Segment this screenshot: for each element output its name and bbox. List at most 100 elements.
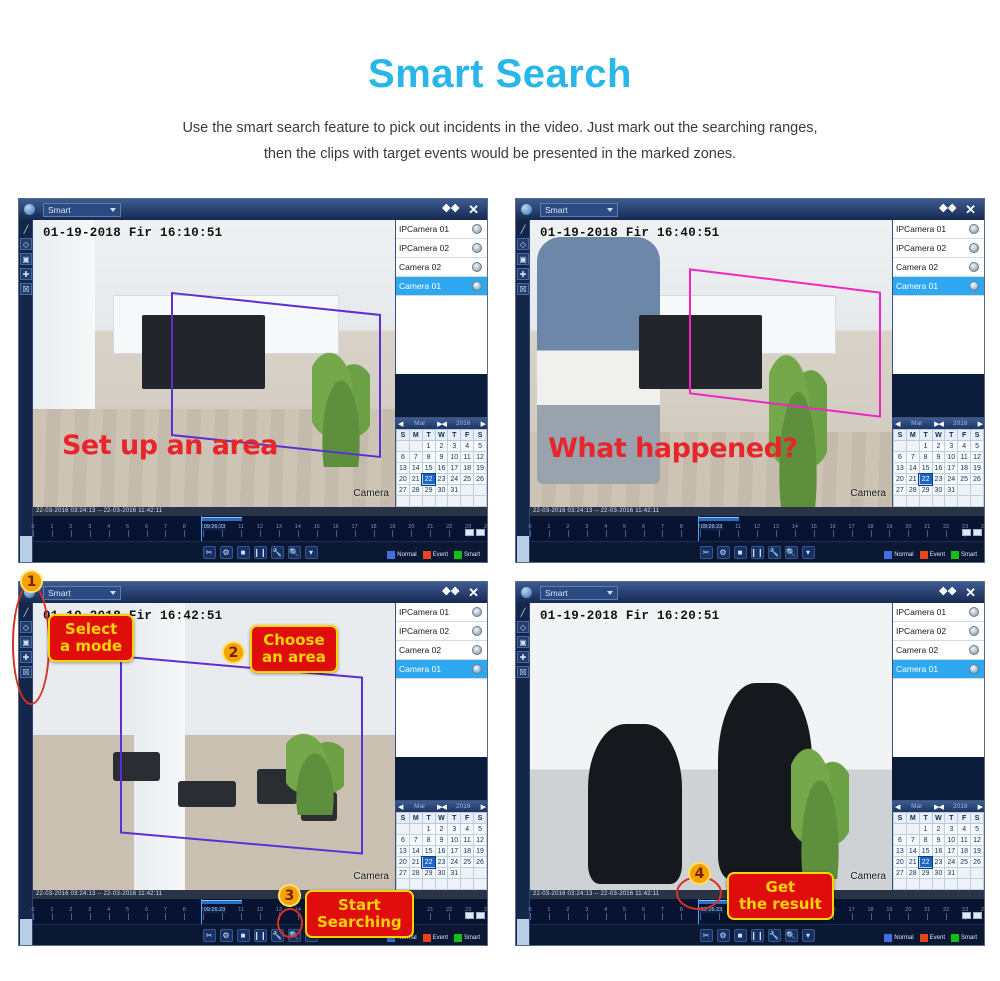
stop-icon[interactable]: ■ [733,545,747,559]
calendar-day[interactable]: 5 [970,823,984,835]
next-year-icon[interactable]: ▶ [481,420,486,428]
calendar-day[interactable]: 30 [931,484,946,496]
wrench-icon[interactable]: 🔧 [270,545,284,559]
calendar-day[interactable]: 26 [970,856,984,868]
calendar-day[interactable]: 9 [931,834,946,846]
mode-select[interactable]: Smart [540,202,618,217]
calendar-day[interactable]: 28 [905,484,920,496]
calendar-day[interactable]: 30 [931,867,946,879]
calendar-day[interactable]: 19 [970,845,984,857]
channel-item-selected[interactable]: Camera 01 [893,277,984,296]
calendar-day[interactable]: 19 [473,462,487,474]
channel-play-icon[interactable] [969,243,979,253]
channel-item[interactable]: IPCamera 01 [893,220,984,239]
calendar-day[interactable]: 26 [473,856,487,868]
channel-item[interactable]: IPCamera 01 [396,220,487,239]
calendar-day[interactable]: 11 [460,834,475,846]
scissors-icon[interactable]: ✂ [699,545,713,559]
channel-play-icon[interactable] [969,262,979,272]
calendar-day[interactable]: 23 [434,473,449,485]
channel-item[interactable]: Camera 02 [893,258,984,277]
calendar-day[interactable]: 7 [905,834,920,846]
pause-icon[interactable]: ❙❙ [750,545,764,559]
calendar-day[interactable]: 15 [421,462,436,474]
calendar-day[interactable]: 6 [893,834,907,846]
draw-line-icon[interactable]: ╱ [517,223,529,235]
calendar-day[interactable]: 6 [893,451,907,463]
full-screen-grid-icon[interactable]: ✚ [517,268,529,280]
calendar-day[interactable]: 1 [918,823,933,835]
scissors-icon[interactable]: ✂ [202,545,216,559]
stop-icon[interactable]: ■ [733,928,747,942]
channel-play-icon[interactable] [472,243,482,253]
close-icon[interactable]: ✕ [468,203,479,216]
calendar-day[interactable]: 5 [473,823,487,835]
calendar-day[interactable]: 24 [944,856,959,868]
video-view[interactable]: 01-19-2018 Fir 16:20:51 Camera [530,603,892,890]
calendar-day[interactable]: 17 [944,462,959,474]
timeline[interactable]: 0123456789101112131415161718192021222324… [31,516,487,542]
calendar-day[interactable]: 13 [893,462,907,474]
channel-item-selected[interactable]: Camera 01 [396,660,487,679]
calendar-day[interactable]: 7 [905,451,920,463]
calendar-day[interactable]: 17 [447,462,462,474]
close-icon[interactable]: ✕ [965,203,976,216]
pause-icon[interactable]: ❙❙ [253,928,267,942]
calendar-day[interactable]: 10 [944,834,959,846]
calendar-day[interactable]: 27 [893,484,907,496]
wrench-icon[interactable]: 🔧 [767,928,781,942]
clear-area-icon[interactable]: ☒ [517,283,529,295]
channel-item[interactable]: IPCamera 02 [396,622,487,641]
calendar-day[interactable]: 31 [447,867,462,879]
calendar-day[interactable]: 27 [396,867,410,879]
rail-scroll-pad[interactable] [20,919,32,945]
calendar-day[interactable]: 12 [473,451,487,463]
scissors-icon[interactable]: ✂ [699,928,713,942]
calendar-day[interactable]: 9 [434,451,449,463]
calendar-day[interactable]: 16 [931,845,946,857]
channel-item-selected[interactable]: Camera 01 [893,660,984,679]
calendar-day[interactable]: 22 [918,855,934,869]
filter-icon[interactable]: ▾ [801,545,815,559]
gear-icon[interactable]: ⚙ [716,545,730,559]
timeline-selection[interactable] [200,900,242,904]
zoom-out-icon[interactable] [476,912,485,919]
stop-icon[interactable]: ■ [236,928,250,942]
calendar-day[interactable]: 14 [905,462,920,474]
select-grid-icon[interactable]: ▣ [517,636,529,648]
zoom-in-icon[interactable] [962,912,971,919]
channel-play-icon[interactable] [472,645,482,655]
calendar-day[interactable]: 7 [408,834,423,846]
calendar-day[interactable]: 20 [396,473,410,485]
calendar-day[interactable]: 10 [447,834,462,846]
rail-scroll-pad[interactable] [20,536,32,562]
calendar-day[interactable]: 3 [447,823,462,835]
calendar-day[interactable]: 13 [396,845,410,857]
clear-area-icon[interactable]: ☒ [20,283,32,295]
channel-play-icon[interactable] [472,224,482,234]
calendar-day[interactable]: 5 [473,440,487,452]
draw-polygon-icon[interactable]: ◇ [517,238,529,250]
calendar-day[interactable]: 20 [893,473,907,485]
zoom-out-icon[interactable] [476,529,485,536]
calendar-day[interactable]: 25 [460,473,475,485]
close-icon[interactable]: ✕ [468,586,479,599]
calendar-day[interactable]: 31 [944,867,959,879]
calendar-day[interactable]: 4 [957,440,972,452]
calendar-day[interactable]: 4 [460,440,475,452]
calendar-day[interactable]: 14 [408,845,423,857]
calendar-day[interactable]: 21 [408,856,423,868]
draw-line-icon[interactable]: ╱ [517,606,529,618]
calendar-day[interactable]: 21 [905,856,920,868]
video-view[interactable]: 01-19-2018 Fir 16:10:51 Set up an area C… [33,220,395,507]
calendar-day[interactable]: 22 [421,855,437,869]
calendar-day[interactable]: 15 [918,462,933,474]
channel-play-icon[interactable] [969,281,979,291]
search-icon[interactable]: 🔍 [784,545,798,559]
calendar-day[interactable]: 28 [905,867,920,879]
timeline-selection[interactable] [697,517,739,521]
wrench-icon[interactable]: 🔧 [767,545,781,559]
calendar-day[interactable]: 2 [931,440,946,452]
select-grid-icon[interactable]: ▣ [20,253,32,265]
channel-item[interactable]: Camera 02 [396,641,487,660]
